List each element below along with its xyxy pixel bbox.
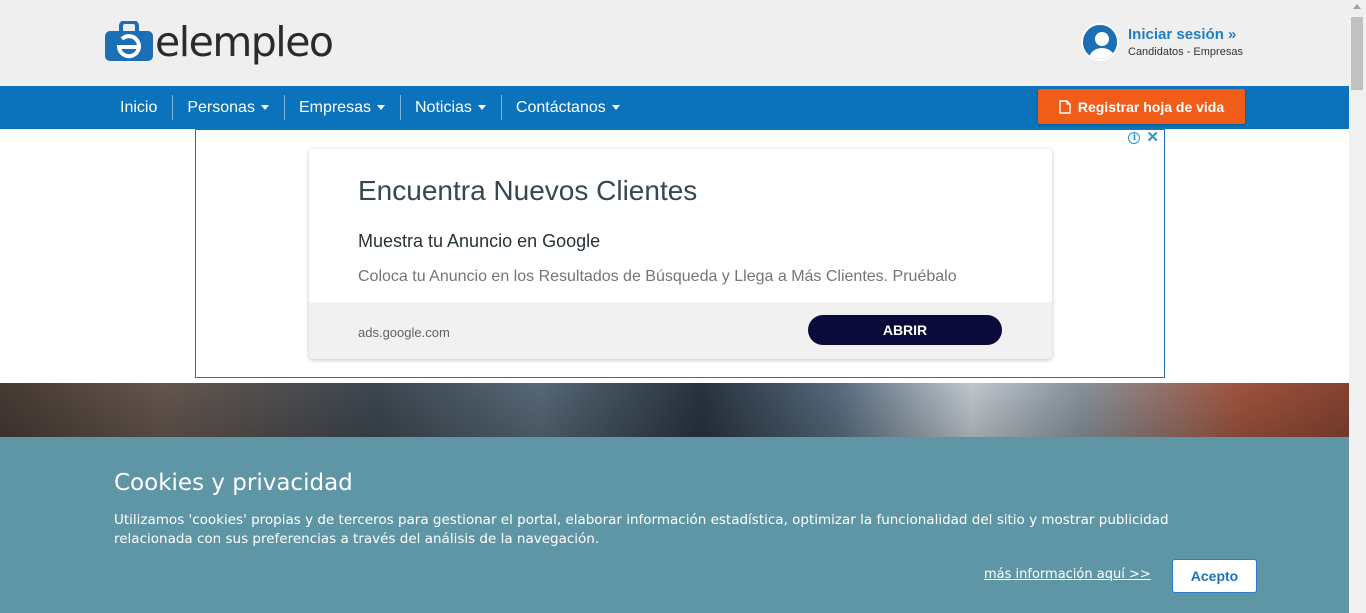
- close-icon[interactable]: ✕: [1146, 130, 1159, 145]
- info-icon[interactable]: i: [1128, 132, 1141, 144]
- cookie-text: Utilizamos 'cookies' propias y de tercer…: [114, 512, 1169, 547]
- ad-subheadline: Muestra tu Anuncio en Google: [358, 231, 601, 251]
- caret-down-icon: [477, 105, 486, 110]
- ad-url: ads.google.com: [358, 325, 450, 340]
- ad-controls: i ✕: [1128, 130, 1159, 145]
- cookie-title: Cookies y privacidad: [114, 470, 353, 496]
- user-avatar-icon[interactable]: [1081, 23, 1119, 61]
- cookie-accept-button[interactable]: Acepto: [1172, 559, 1257, 593]
- nav-item-label: Inicio: [120, 98, 158, 116]
- caret-down-icon: [376, 105, 385, 110]
- cookie-banner: Cookies y privacidad Utilizamos 'cookies…: [0, 437, 1349, 613]
- scroll-up-icon[interactable]: [1353, 4, 1361, 9]
- site-logo[interactable]: elempleo: [105, 18, 334, 66]
- ad-headline[interactable]: Encuentra Nuevos Clientes: [358, 175, 697, 207]
- login-area[interactable]: Iniciar sesión » Candidatos - Empresas: [1081, 23, 1243, 61]
- ad-open-button[interactable]: ABRIR: [808, 315, 1002, 345]
- caret-down-icon: [260, 105, 269, 110]
- logo-text: elempleo: [155, 18, 334, 66]
- nav-item-empresas[interactable]: Empresas: [283, 86, 400, 129]
- login-link[interactable]: Iniciar sesión »: [1128, 26, 1243, 44]
- nav-item-inicio[interactable]: Inicio: [105, 86, 172, 129]
- nav-item-label: Empresas: [298, 98, 371, 116]
- elempleo-logo-icon: [105, 21, 153, 61]
- document-icon: [1059, 99, 1071, 114]
- scrollbar-thumb[interactable]: [1351, 17, 1363, 90]
- nav-item-personas[interactable]: Personas: [172, 86, 284, 129]
- ad-card[interactable]: Encuentra Nuevos Clientes Muestra tu Anu…: [309, 149, 1052, 359]
- ad-banner: i ✕ Encuentra Nuevos Clientes Muestra tu…: [195, 129, 1165, 378]
- vertical-scrollbar[interactable]: [1349, 0, 1366, 613]
- ad-description: Coloca tu Anuncio en los Resultados de B…: [358, 268, 957, 285]
- nav-item-label: Noticias: [414, 98, 472, 116]
- caret-down-icon: [611, 105, 620, 110]
- nav-item-contactanos[interactable]: Contáctanos: [500, 86, 635, 129]
- nav-item-noticias[interactable]: Noticias: [399, 86, 501, 129]
- hero-image: [0, 383, 1349, 437]
- ad-footer: ads.google.com ABRIR: [309, 302, 1052, 359]
- nav-item-label: Personas: [187, 98, 255, 116]
- cookie-more-info-link[interactable]: más información aquí >>: [984, 567, 1151, 582]
- register-cv-label: Registrar hoja de vida: [1077, 98, 1225, 115]
- site-header: elempleo Iniciar sesión » Candidatos - E…: [0, 0, 1349, 86]
- login-subtitle: Candidatos - Empresas: [1128, 45, 1243, 58]
- register-cv-button[interactable]: Registrar hoja de vida: [1038, 89, 1245, 124]
- nav-item-label: Contáctanos: [515, 98, 606, 116]
